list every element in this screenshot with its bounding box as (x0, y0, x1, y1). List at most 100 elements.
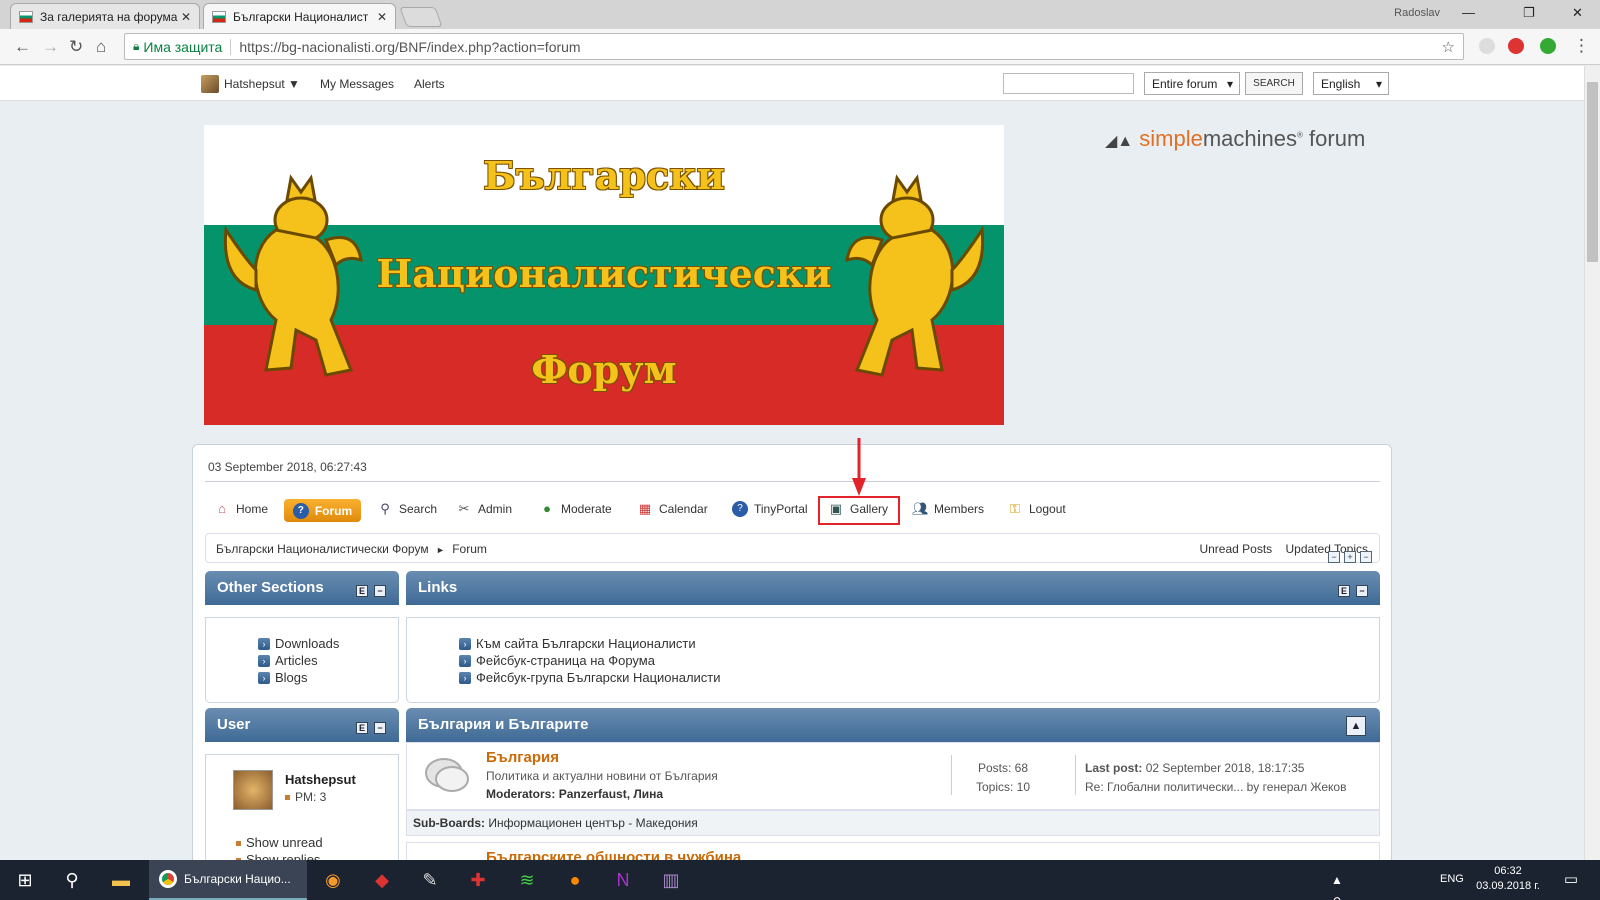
minimize-icon[interactable]: — (1462, 5, 1475, 20)
menu-forum[interactable]: ? Forum (284, 499, 361, 522)
app-eye-icon[interactable]: ◉ (322, 869, 344, 891)
menu-tinyportal[interactable]: ? TinyPortal (732, 501, 808, 517)
collapse-category-icon[interactable]: ▲ (1346, 716, 1366, 736)
file-explorer-icon[interactable]: ▬ (110, 869, 132, 891)
profile-name[interactable]: Radoslav (1394, 7, 1440, 19)
search-input[interactable] (1003, 73, 1134, 94)
blogs-link[interactable]: › Blogs (258, 670, 308, 685)
reload-icon[interactable]: ↻ (69, 37, 83, 57)
arrow-bullet-icon: › (459, 654, 471, 667)
secure-label: Има защита (143, 38, 223, 55)
search-button[interactable]: SEARCH (1245, 72, 1303, 95)
app-purple-icon[interactable]: ▥ (660, 869, 682, 891)
system-clock[interactable]: 06:32 03.09.2018 г. (1473, 864, 1543, 894)
address-bar[interactable]: 🔒︎ Има защита https://bg-nacionalisti.or… (124, 33, 1464, 60)
breadcrumb-current[interactable]: Forum (452, 542, 487, 556)
extension-power-icon[interactable] (1540, 38, 1556, 54)
alerts-link[interactable]: Alerts (414, 77, 445, 91)
arrow-bullet-icon: › (459, 637, 471, 650)
board-title[interactable]: България (486, 749, 559, 766)
breadcrumb: Български Националистически Форум ► Foru… (216, 542, 487, 556)
new-tab-button[interactable] (399, 7, 443, 27)
key-icon: ⚿ (1010, 501, 1020, 516)
input-language[interactable]: ENG (1440, 873, 1464, 885)
smf-logo-icon: ◢▲ (1105, 133, 1134, 150)
menu-home[interactable]: ⌂ Home (214, 501, 268, 517)
restore-icon[interactable]: ❐ (1523, 5, 1535, 21)
search-scope-select[interactable]: Entire forum ▾ (1144, 72, 1240, 95)
app-notepad-icon[interactable]: ✎ (419, 869, 441, 891)
menu-calendar[interactable]: ▦ Calendar (637, 501, 708, 517)
bookmark-star-icon[interactable]: ☆ (1442, 38, 1455, 56)
notifications-icon[interactable]: ▭ (1560, 869, 1582, 891)
back-icon[interactable]: ← (14, 37, 31, 57)
links-header: Links E − (406, 571, 1380, 605)
edit-block-icon[interactable]: E (356, 722, 368, 734)
articles-link[interactable]: › Articles (258, 653, 318, 668)
show-unread-link[interactable]: Show unread (236, 835, 323, 850)
speech-bubble-icon[interactable] (424, 757, 470, 795)
avatar[interactable] (233, 770, 273, 810)
tab-gallery-info[interactable]: За галерията на форума ✕ (10, 3, 200, 29)
search-icon: ⚲ (380, 501, 390, 516)
user-name[interactable]: Hatshepsut (285, 772, 356, 787)
edit-block-icon[interactable]: E (1338, 585, 1350, 597)
downloads-link[interactable]: › Downloads (258, 636, 339, 651)
taskbar-chrome-window[interactable]: Български Нацио... (149, 860, 307, 900)
forward-icon[interactable]: → (42, 37, 59, 57)
close-tab-icon[interactable]: ✕ (377, 10, 387, 24)
unread-posts-link[interactable]: Unread Posts (1199, 542, 1272, 556)
firefox-icon[interactable]: ● (564, 869, 586, 891)
site-link[interactable]: › Към сайта Български Националисти (459, 636, 696, 651)
user-dropdown[interactable]: Hatshepsut ▼ (224, 77, 300, 91)
facebook-group-link[interactable]: › Фейсбук-група Български Националисти (459, 670, 721, 685)
scrollbar-thumb[interactable] (1587, 82, 1598, 262)
my-messages-link[interactable]: My Messages (320, 77, 394, 91)
breadcrumb-home[interactable]: Български Националистически Форум (216, 542, 429, 556)
forum-banner[interactable]: Български Националистически Форум (204, 125, 1004, 425)
last-post-topic-link[interactable]: Re: Глобални политически... (1085, 780, 1243, 794)
uk-flag-icon[interactable]: ✚ (467, 869, 489, 891)
menu-logout[interactable]: ⚿ Logout (1007, 501, 1066, 517)
collapse-block-icon[interactable]: − (1356, 585, 1368, 597)
last-post-author-link[interactable]: генерал Жеков (1263, 780, 1347, 794)
tray-icons[interactable]: ▲ ⚲ ☐ 🔈︎ (1326, 869, 1348, 900)
pm-count[interactable]: PM: 3 (285, 790, 326, 804)
expand-all-icon[interactable]: + (1344, 551, 1356, 563)
menu-admin[interactable]: ✂ Admin (456, 501, 512, 517)
extension-info-icon[interactable] (1479, 38, 1495, 54)
app-layers-icon[interactable]: ≋ (516, 869, 538, 891)
board-title-2[interactable]: Българските общности в чужбина (486, 849, 741, 860)
edit-block-icon[interactable]: E (356, 585, 368, 597)
collapse-block-icon[interactable]: − (374, 585, 386, 597)
close-tab-icon[interactable]: ✕ (181, 10, 191, 24)
minimize-all-icon[interactable]: − (1360, 551, 1372, 563)
menu-search[interactable]: ⚲ Search (377, 501, 437, 517)
chrome-menu-icon[interactable]: ⋮ (1573, 36, 1590, 56)
smf-logo[interactable]: ◢▲ simplemachines® forum (1105, 126, 1365, 152)
url-text[interactable]: https://bg-nacionalisti.org/BNF/index.ph… (230, 38, 581, 55)
close-window-icon[interactable]: ✕ (1572, 5, 1583, 21)
onenote-icon[interactable]: N (612, 869, 634, 891)
divider (951, 755, 952, 795)
language-select[interactable]: English ▾ (1313, 72, 1389, 95)
other-sections-header: Other Sections E − (205, 571, 399, 605)
lion-emblem-icon (845, 174, 985, 377)
collapse-block-icon[interactable]: − (374, 722, 386, 734)
arrow-bullet-icon: › (258, 654, 270, 667)
windows-start-icon[interactable]: ⊞ (14, 869, 36, 891)
category-header: България и Българите ▲ (406, 708, 1380, 742)
facebook-page-link[interactable]: › Фейсбук-страница на Форума (459, 653, 655, 668)
home-icon[interactable]: ⌂ (96, 37, 106, 57)
menu-members[interactable]: 👥︎ Members (912, 501, 984, 517)
extension-block-icon[interactable] (1508, 38, 1524, 54)
tab-forum[interactable]: Български Националист ✕ (203, 3, 396, 29)
sub-board-link[interactable]: Информационен център - Македония (488, 816, 697, 830)
app-pdf-icon[interactable]: ◆ (371, 869, 393, 891)
show-replies-link[interactable]: Show replies (236, 852, 320, 860)
collapse-all-icon[interactable]: − (1328, 551, 1340, 563)
menu-moderate[interactable]: ● Moderate (539, 501, 612, 517)
search-icon[interactable]: ⚲ (61, 869, 83, 891)
tools-icon: ✂ (458, 501, 470, 516)
avatar-small[interactable] (201, 75, 219, 93)
